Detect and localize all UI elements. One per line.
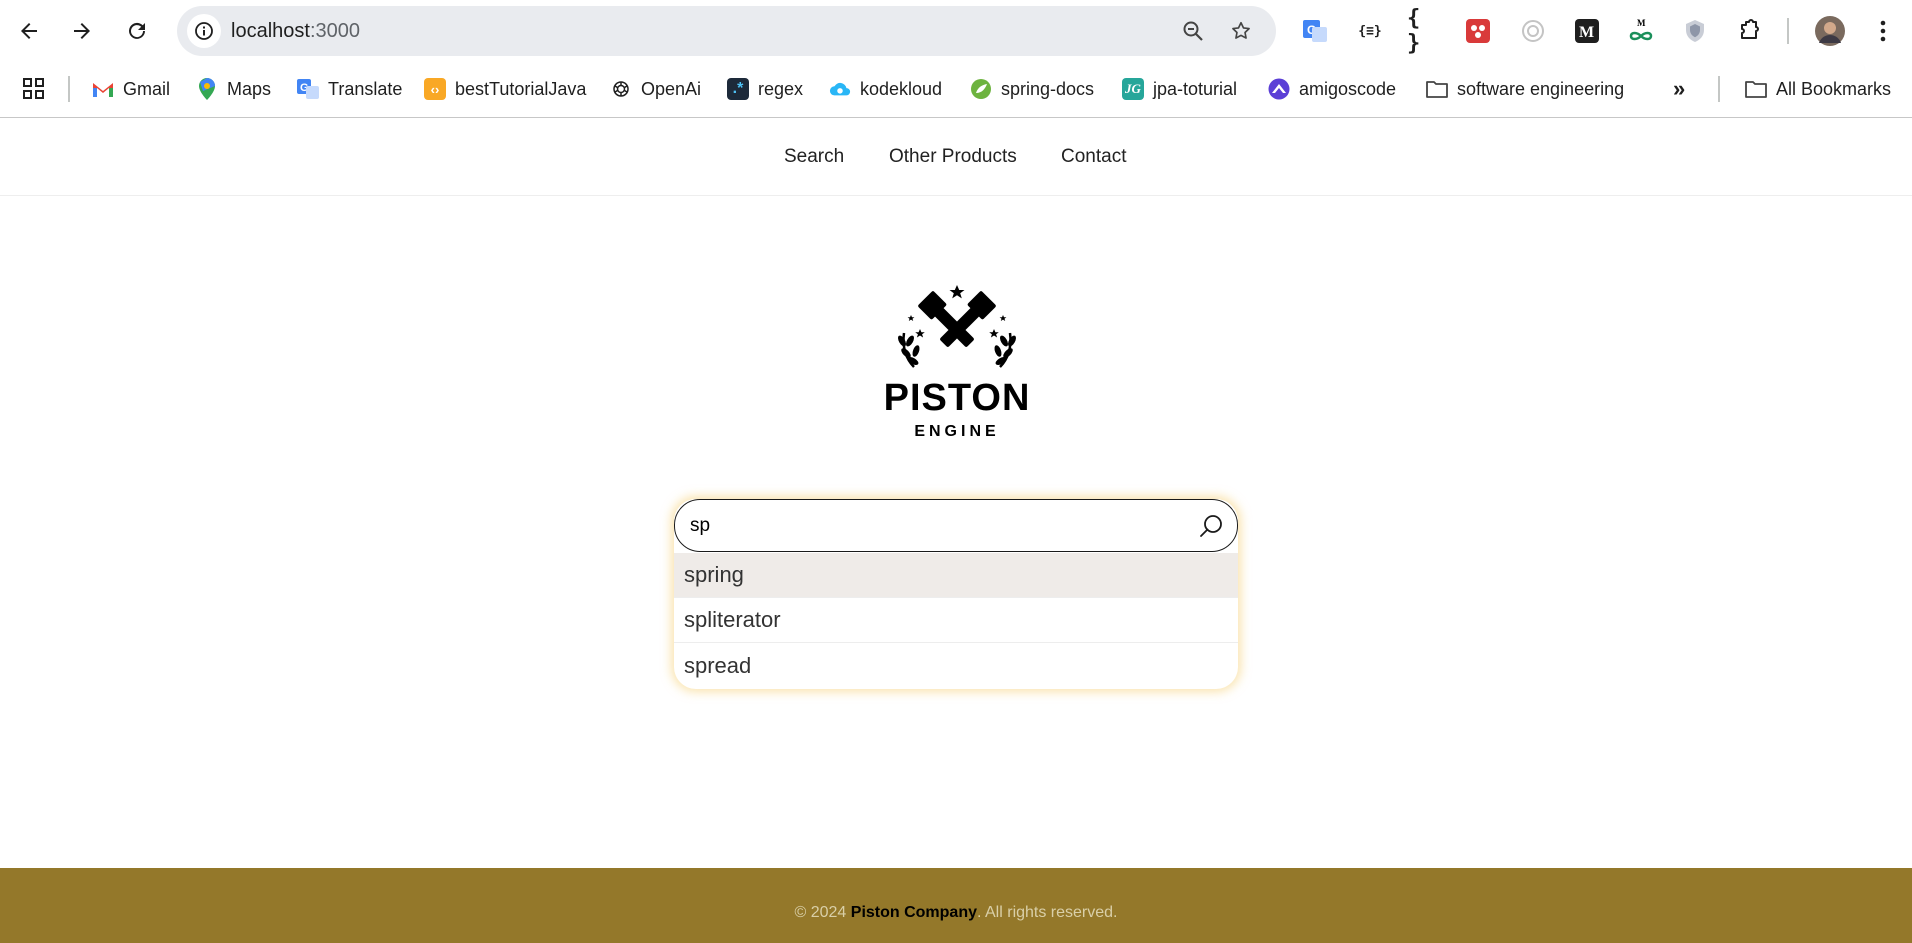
medium-extension-icon[interactable]: M	[1570, 13, 1604, 49]
reload-button[interactable]	[118, 12, 156, 50]
gmail-icon	[92, 78, 114, 100]
nav-link-search[interactable]: Search	[784, 146, 844, 168]
url-text: localhost:3000	[231, 20, 360, 43]
search-box	[674, 499, 1238, 552]
copyright-text: © 2024 Piston Company. All rights reserv…	[0, 904, 1912, 922]
suggestion-item[interactable]: spring	[674, 553, 1238, 598]
url-port: :3000	[309, 20, 360, 42]
bookmark-label: spring-docs	[1001, 78, 1095, 99]
kodekloud-icon	[829, 78, 851, 100]
arrow-left-icon	[21, 23, 37, 39]
bookmark-label: amigoscode	[1299, 78, 1397, 99]
suggestion-item[interactable]: spliterator	[674, 598, 1238, 643]
bookmark-translate[interactable]: G Translate	[297, 73, 402, 105]
bookmark-folder-software-engineering[interactable]: software engineering	[1426, 73, 1624, 105]
svg-text:M: M	[1579, 24, 1594, 41]
nav-link-other-products[interactable]: Other Products	[889, 146, 1017, 168]
bookmark-regex[interactable]: .* regex	[727, 73, 803, 105]
bookmark-amigoscode[interactable]: amigoscode	[1268, 73, 1396, 105]
bookmark-label: Maps	[227, 78, 272, 99]
copyright-suffix: . All rights reserved.	[977, 904, 1118, 921]
search-input[interactable]	[690, 512, 1170, 540]
suggestion-list: spring spliterator spread	[674, 553, 1238, 688]
logo-title: PISTON	[883, 377, 1031, 419]
bookmark-label: Translate	[328, 78, 403, 99]
all-bookmarks-button[interactable]: All Bookmarks	[1745, 73, 1891, 105]
jpa-icon: JG	[1122, 78, 1144, 100]
bookmark-label: jpa-toturial	[1153, 78, 1238, 99]
search-icon	[1200, 515, 1222, 537]
piston-engine-logo: PISTON ENGINE	[880, 285, 1034, 445]
browser-menu-icon[interactable]	[1866, 13, 1900, 49]
browser-toolbar: localhost:3000 G {≡} { } M M	[0, 0, 1912, 62]
spring-icon	[970, 78, 992, 100]
m-infinity-extension-icon[interactable]: M	[1624, 13, 1658, 49]
back-button[interactable]	[10, 12, 48, 50]
bookmark-besttutorialjava[interactable]: ‹› bestTutorialJava	[424, 73, 586, 105]
bookmark-label: OpenAi	[641, 78, 702, 99]
translate-icon: G	[297, 78, 319, 100]
site-footer: © 2024 Piston Company. All rights reserv…	[0, 868, 1912, 943]
arrow-right-icon	[74, 23, 90, 39]
bookmark-openai[interactable]: OpenAi	[610, 73, 701, 105]
extensions-puzzle-icon[interactable]	[1732, 13, 1766, 49]
bookmark-label: regex	[758, 78, 804, 99]
bookmark-gmail[interactable]: Gmail	[92, 73, 170, 105]
bookmarks-divider	[68, 76, 70, 102]
bookmark-label: software engineering	[1457, 78, 1625, 99]
bookmarks-bar	[0, 62, 1912, 118]
shield-extension-icon[interactable]	[1678, 13, 1712, 49]
suggestion-item[interactable]: spread	[674, 643, 1238, 688]
folder-icon	[1745, 78, 1767, 100]
logo-subtitle: ENGINE	[914, 423, 1000, 440]
bookmark-label: bestTutorialJava	[455, 78, 587, 99]
bookmark-spring-docs[interactable]: spring-docs	[970, 73, 1094, 105]
copyright-prefix: © 2024	[794, 904, 851, 921]
bookmark-maps[interactable]: Maps	[196, 73, 271, 105]
profile-avatar[interactable]	[1813, 13, 1847, 49]
bookmarks-overflow-chevron-icon[interactable]: »	[1673, 73, 1685, 105]
amigoscode-icon	[1268, 78, 1290, 100]
bookmark-jpa-toturial[interactable]: JG jpa-toturial	[1122, 73, 1237, 105]
search-autocomplete: spring spliterator spread	[674, 499, 1238, 689]
svg-text:M: M	[1637, 18, 1646, 28]
bookmark-star-icon[interactable]	[1225, 15, 1257, 47]
google-translate-extension-icon[interactable]: G	[1298, 13, 1332, 49]
reload-icon	[129, 22, 145, 39]
bookmark-label: kodekloud	[860, 78, 943, 99]
bookmarks-divider	[1718, 76, 1720, 102]
toolbar-divider	[1787, 18, 1789, 44]
circle-extension-icon[interactable]	[1516, 13, 1550, 49]
folder-icon	[1426, 78, 1448, 100]
bookmark-label: Gmail	[123, 78, 171, 99]
all-bookmarks-label: All Bookmarks	[1776, 78, 1892, 99]
apps-grid-icon[interactable]	[22, 73, 46, 105]
search-button[interactable]	[1195, 510, 1227, 542]
regex-icon: .*	[727, 78, 749, 100]
bookmark-kodekloud[interactable]: kodekloud	[829, 73, 942, 105]
url-host: localhost	[231, 20, 310, 42]
address-bar[interactable]: localhost:3000	[177, 6, 1276, 56]
json-formatter-extension-icon[interactable]: {≡}	[1353, 13, 1387, 49]
openai-icon	[610, 78, 632, 100]
json-viewer-extension-icon[interactable]: { }	[1407, 6, 1441, 56]
crossed-pistons-emblem-icon	[898, 285, 1016, 368]
maps-icon	[196, 78, 218, 100]
site-navbar: Search Other Products Contact	[0, 118, 1912, 196]
zoom-icon[interactable]	[1177, 15, 1209, 47]
code-icon: ‹›	[424, 78, 446, 100]
forward-button[interactable]	[63, 12, 101, 50]
site-info-icon[interactable]	[187, 14, 221, 48]
company-name: Piston Company	[850, 904, 977, 921]
nav-link-contact[interactable]: Contact	[1061, 146, 1126, 168]
react-devtools-extension-icon[interactable]	[1461, 13, 1495, 49]
